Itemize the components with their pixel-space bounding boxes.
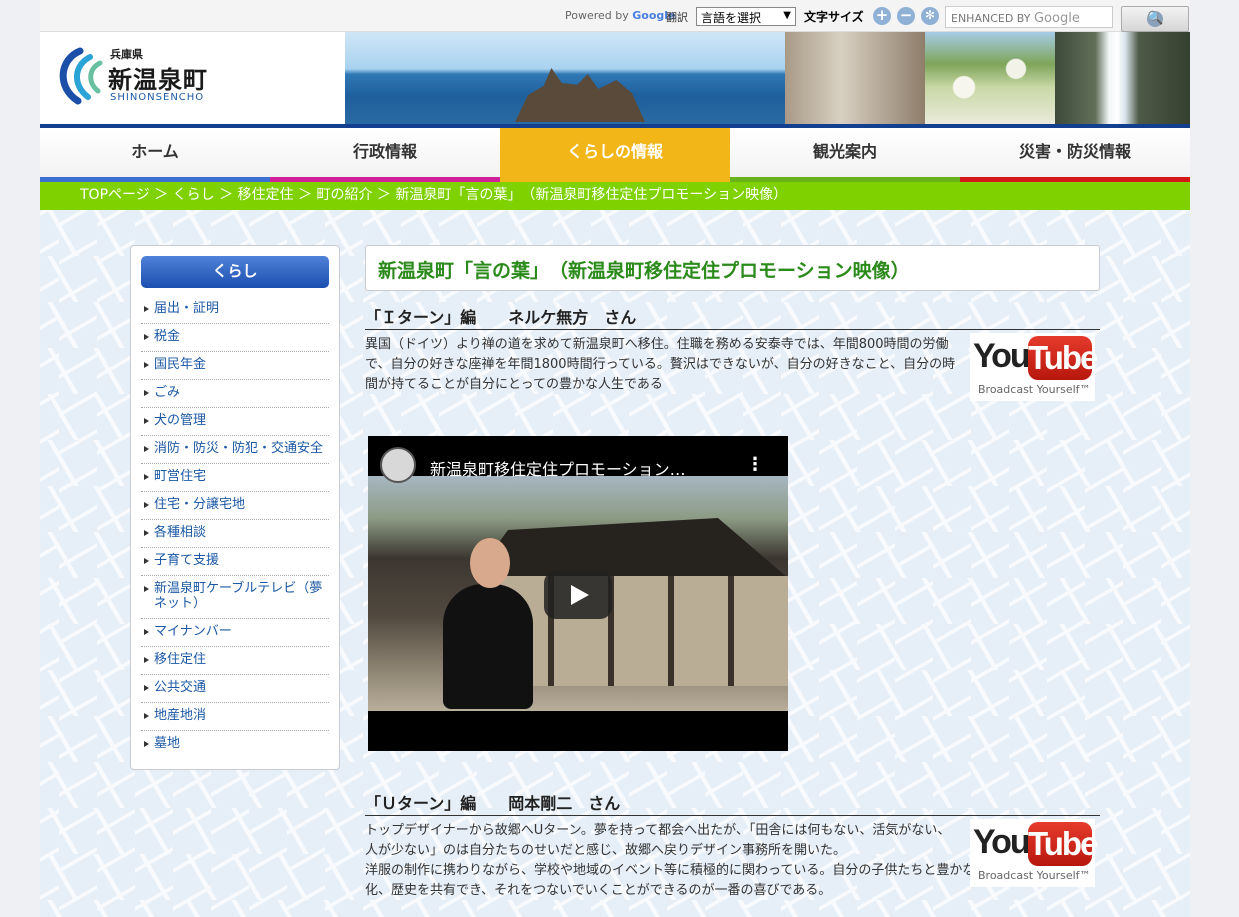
page: Powered by Google 翻訳 言語を選択 ▼ 文字サイズ + − ✻… (40, 0, 1190, 917)
sidebar-item-childcare[interactable]: 子育て支援 (141, 548, 329, 576)
youtube-logo[interactable]: You Tube Broadcast Yourself™ (970, 819, 1098, 887)
breadcrumb-separator: ＞ (154, 187, 169, 203)
play-button-icon[interactable] (544, 571, 612, 619)
font-reset-icon[interactable]: ✻ (921, 7, 939, 25)
sidebar: くらし 届出・証明 税金 国民年金 ごみ 犬の管理 消防・防災・防犯・交通安全 … (130, 245, 340, 770)
sidebar-item-garbage[interactable]: ごみ (141, 380, 329, 408)
town-logo-icon[interactable] (50, 47, 104, 105)
nav-administration-label: 行政情報 (352, 142, 417, 161)
font-size-label: 文字サイズ (804, 10, 864, 24)
nav-home[interactable]: ホーム (40, 128, 270, 182)
sidebar-item-transport[interactable]: 公共交通 (141, 675, 329, 703)
sidebar-item-consultation[interactable]: 各種相談 (141, 520, 329, 548)
sidebar-item-relocation[interactable]: 移住定住 (141, 647, 329, 675)
youtube-tagline: Broadcast Yourself™ (978, 383, 1091, 396)
section-heading-i-turn: 「Ｉターン」編 ネルケ無方 さん (365, 304, 1100, 330)
breadcrumb-separator: ＞ (298, 187, 312, 203)
banner-shrine (785, 32, 925, 124)
monk-figure (443, 584, 533, 709)
youtube-tube: Tube (1028, 822, 1098, 866)
section-text-u-turn: トップデザイナーから故郷へUターン。夢を持って都会へ出たが、「田舎には何もない、… (365, 821, 1027, 901)
youtube-you: You (973, 823, 1031, 861)
breadcrumb-separator: ＞ (376, 187, 391, 203)
breadcrumb-current: 新温泉町「言の葉」 （新温泉町移住定住プロモーション映像） (395, 187, 788, 203)
nav-administration[interactable]: 行政情報 (270, 128, 500, 182)
town-name-roman: SHINONSENCHO (110, 92, 205, 103)
powered-by-text: Powered by (565, 9, 629, 22)
nav-tourism[interactable]: 観光案内 (730, 128, 960, 182)
temple-wall (488, 576, 788, 686)
banner-flowers (925, 32, 1055, 124)
powered-by-google: Powered by Google (565, 9, 676, 22)
site-header: 兵庫県 新温泉町 SHINONSENCHO (40, 32, 1190, 124)
nav-living-label: くらしの情報 (566, 142, 663, 161)
nav-disaster-label: 災害・防災情報 (1018, 142, 1131, 161)
channel-avatar[interactable] (380, 447, 416, 483)
breadcrumb-top[interactable]: TOPページ (80, 187, 150, 203)
header-banner-image (345, 32, 1190, 124)
translate-label: 翻訳 (666, 11, 688, 24)
sidebar-title[interactable]: くらし (141, 256, 329, 288)
section-text-u-turn-p2: 洋服の制作に携わりながら、学校や地域のイベント等に積極的に関わっている。自分の子… (365, 863, 1028, 898)
nav-living[interactable]: くらしの情報 (500, 128, 730, 182)
search-google-brand: Google (1033, 11, 1080, 26)
sidebar-item-my-number[interactable]: マイナンバー (141, 619, 329, 647)
sidebar-item-pension[interactable]: 国民年金 (141, 352, 329, 380)
font-decrease-icon[interactable]: − (897, 7, 915, 25)
sidebar-item-public-housing[interactable]: 町営住宅 (141, 464, 329, 492)
nav-tourism-label: 観光案内 (812, 142, 877, 161)
global-nav: ホーム 行政情報 くらしの情報 観光案内 災害・防災情報 (40, 124, 1190, 182)
nav-home-label: ホーム (131, 142, 179, 161)
breadcrumb: TOPページ ＞ くらし ＞ 移住定住 ＞ 町の紹介 ＞ 新温泉町「言の葉」 （… (40, 182, 1190, 210)
section-heading-u-turn: 「Ｕターン」編 岡本剛二 さん (365, 790, 1100, 816)
sidebar-item-dogs[interactable]: 犬の管理 (141, 408, 329, 436)
banner-waterfall (1055, 32, 1190, 124)
search-icon: 🔍 (1147, 11, 1164, 27)
more-options-icon[interactable]: ⋮ (746, 454, 764, 475)
youtube-you: You (973, 337, 1031, 375)
town-name[interactable]: 新温泉町 (108, 60, 208, 95)
page-title: 新温泉町「言の葉」 （新温泉町移住定住プロモーション映像） (365, 245, 1100, 291)
breadcrumb-town-intro[interactable]: 町の紹介 (316, 187, 372, 203)
sidebar-item-cable-tv[interactable]: 新温泉町ケーブルテレビ（夢ネット） (141, 576, 329, 619)
search-input[interactable]: ENHANCED BY Google (945, 6, 1113, 28)
sidebar-item-notifications[interactable]: 届出・証明 (141, 296, 329, 324)
nav-disaster[interactable]: 災害・防災情報 (960, 128, 1190, 182)
video-title[interactable]: 新温泉町移住定住プロモーション… (430, 456, 686, 480)
section-text-u-turn-p1: トップデザイナーから故郷へUターン。夢を持って都会へ出たが、「田舎には何もない、… (365, 823, 951, 858)
sidebar-item-cemetery[interactable]: 墓地 (141, 731, 329, 759)
banner-rocks (515, 68, 645, 122)
breadcrumb-separator: ＞ (219, 187, 234, 203)
breadcrumb-relocation[interactable]: 移住定住 (238, 187, 294, 203)
chevron-down-icon: ▼ (783, 10, 791, 21)
youtube-logo[interactable]: You Tube Broadcast Yourself™ (970, 333, 1098, 401)
sidebar-item-tax[interactable]: 税金 (141, 324, 329, 352)
font-increase-icon[interactable]: + (873, 7, 891, 25)
video-player[interactable]: 新温泉町移住定住プロモーション… ⋮ (368, 436, 788, 751)
sidebar-item-safety[interactable]: 消防・防災・防犯・交通安全 (141, 436, 329, 464)
youtube-tagline: Broadcast Yourself™ (978, 869, 1091, 882)
sidebar-item-housing-lots[interactable]: 住宅・分譲宅地 (141, 492, 329, 520)
utility-bar: Powered by Google 翻訳 言語を選択 ▼ 文字サイズ + − ✻… (40, 0, 1190, 32)
language-select-value: 言語を選択 (701, 11, 762, 25)
search-placeholder: ENHANCED BY (951, 12, 1031, 25)
monk-head (470, 538, 510, 588)
search-button[interactable]: 🔍 (1121, 6, 1189, 32)
section-text-i-turn: 異国（ドイツ）より禅の道を求めて新温泉町へ移住。住職を務める安泰寺では、年間80… (365, 337, 956, 392)
sidebar-item-local-food[interactable]: 地産地消 (141, 703, 329, 731)
sidebar-list: 届出・証明 税金 国民年金 ごみ 犬の管理 消防・防災・防犯・交通安全 町営住宅… (141, 296, 329, 759)
breadcrumb-living[interactable]: くらし (173, 187, 215, 203)
youtube-tube: Tube (1028, 336, 1098, 380)
language-select[interactable]: 言語を選択 ▼ (696, 7, 796, 26)
